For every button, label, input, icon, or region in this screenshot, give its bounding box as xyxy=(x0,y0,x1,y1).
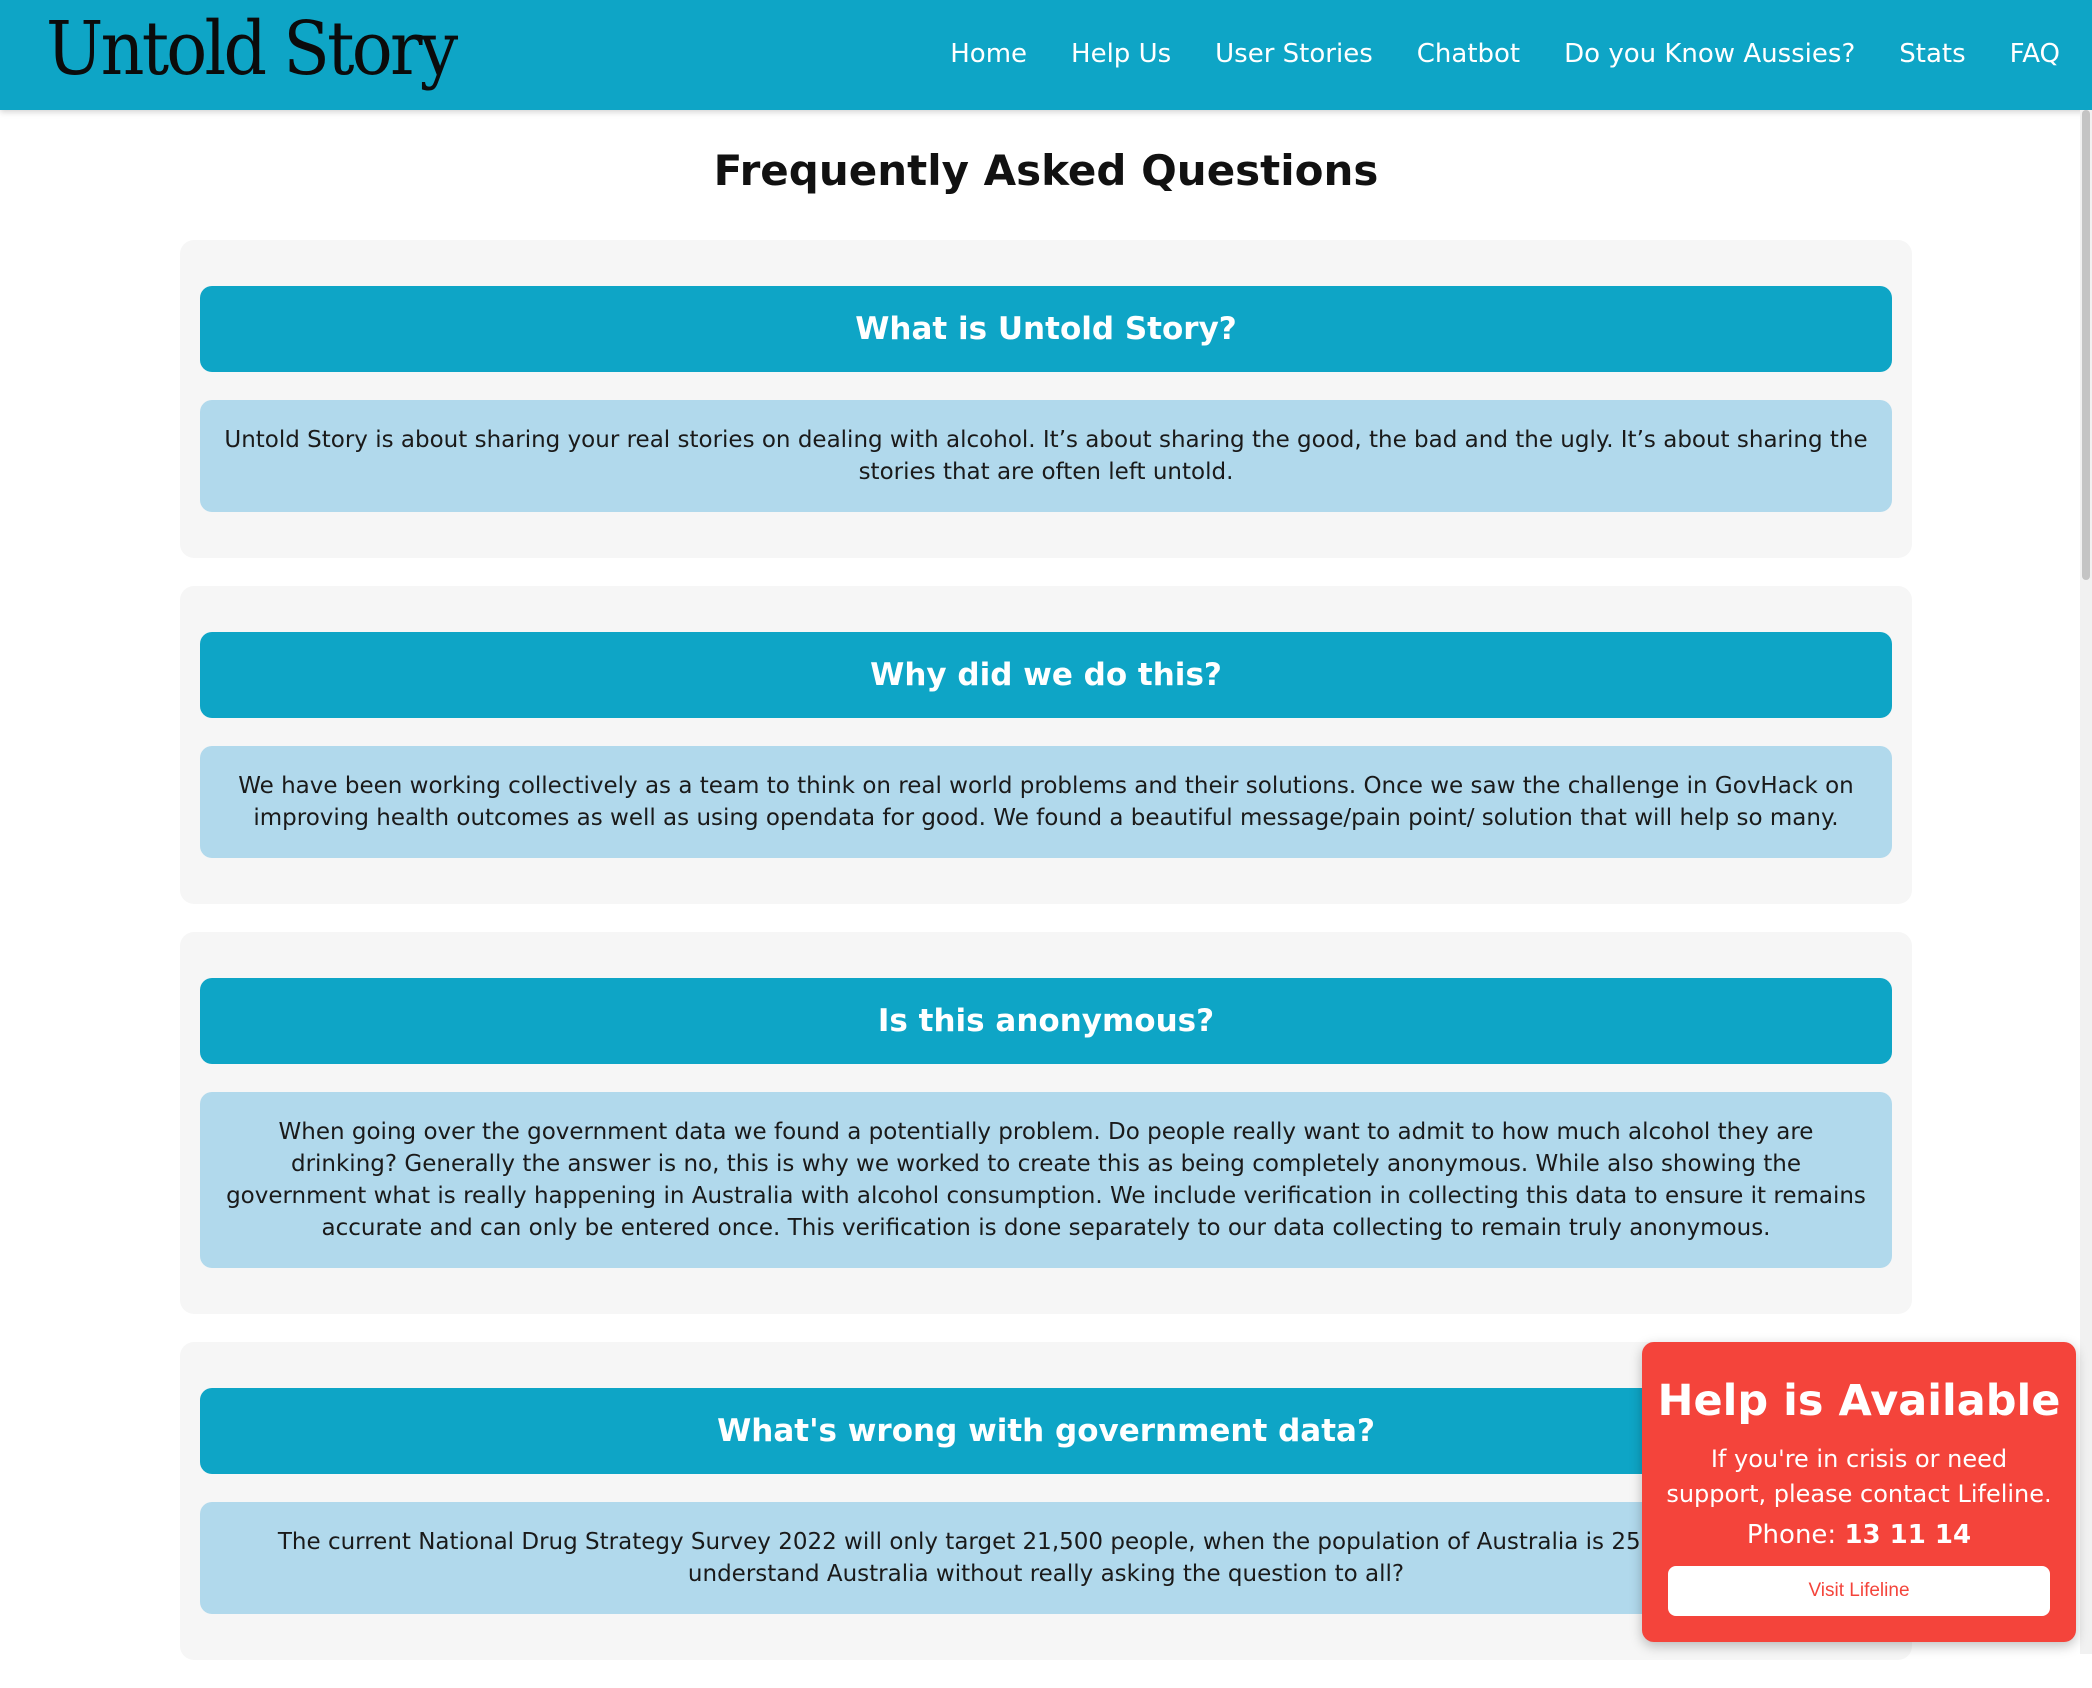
site-logo[interactable]: Untold Story xyxy=(46,4,458,94)
navbar: Untold Story Home Help Us User Stories C… xyxy=(0,0,2092,110)
faq-answer: The current National Drug Strategy Surve… xyxy=(200,1502,1892,1614)
faq-card: Why did we do this? We have been working… xyxy=(180,586,1912,904)
nav-item-user-stories[interactable]: User Stories xyxy=(1215,39,1373,69)
phone-number[interactable]: 13 11 14 xyxy=(1844,1520,1971,1550)
phone-label: Phone: xyxy=(1746,1520,1837,1550)
page-title: Frequently Asked Questions xyxy=(713,146,1379,195)
main-nav: Home Help Us User Stories Chatbot Do you… xyxy=(950,30,2060,78)
nav-item-home[interactable]: Home xyxy=(950,39,1027,69)
faq-question[interactable]: Why did we do this? xyxy=(200,632,1892,718)
page-scrollbar[interactable] xyxy=(2080,110,2092,1654)
faq-answer: We have been working collectively as a t… xyxy=(200,746,1892,858)
visit-lifeline-button[interactable]: Visit Lifeline xyxy=(1668,1566,2050,1616)
nav-item-faq[interactable]: FAQ xyxy=(2010,39,2060,69)
help-title: Help is Available xyxy=(1657,1376,2061,1426)
faq-card: What is Untold Story? Untold Story is ab… xyxy=(180,240,1912,558)
faq-answer: Untold Story is about sharing your real … xyxy=(200,400,1892,512)
nav-item-chatbot[interactable]: Chatbot xyxy=(1417,39,1520,69)
help-text: If you're in crisis or need support, ple… xyxy=(1666,1445,2052,1508)
faq-question[interactable]: Is this anonymous? xyxy=(200,978,1892,1064)
faq-card: Is this anonymous? When going over the g… xyxy=(180,932,1912,1314)
help-available-box: Help is Available If you're in crisis or… xyxy=(1642,1342,2076,1642)
nav-item-stats[interactable]: Stats xyxy=(1899,39,1965,69)
nav-item-help-us[interactable]: Help Us xyxy=(1071,39,1171,69)
nav-item-do-you-know-aussies[interactable]: Do you Know Aussies? xyxy=(1564,39,1855,69)
faq-question[interactable]: What's wrong with government data? xyxy=(200,1388,1892,1474)
faq-answer: When going over the government data we f… xyxy=(200,1092,1892,1268)
faq-question[interactable]: What is Untold Story? xyxy=(200,286,1892,372)
help-phone: Phone: 13 11 14 xyxy=(1642,1518,2076,1552)
